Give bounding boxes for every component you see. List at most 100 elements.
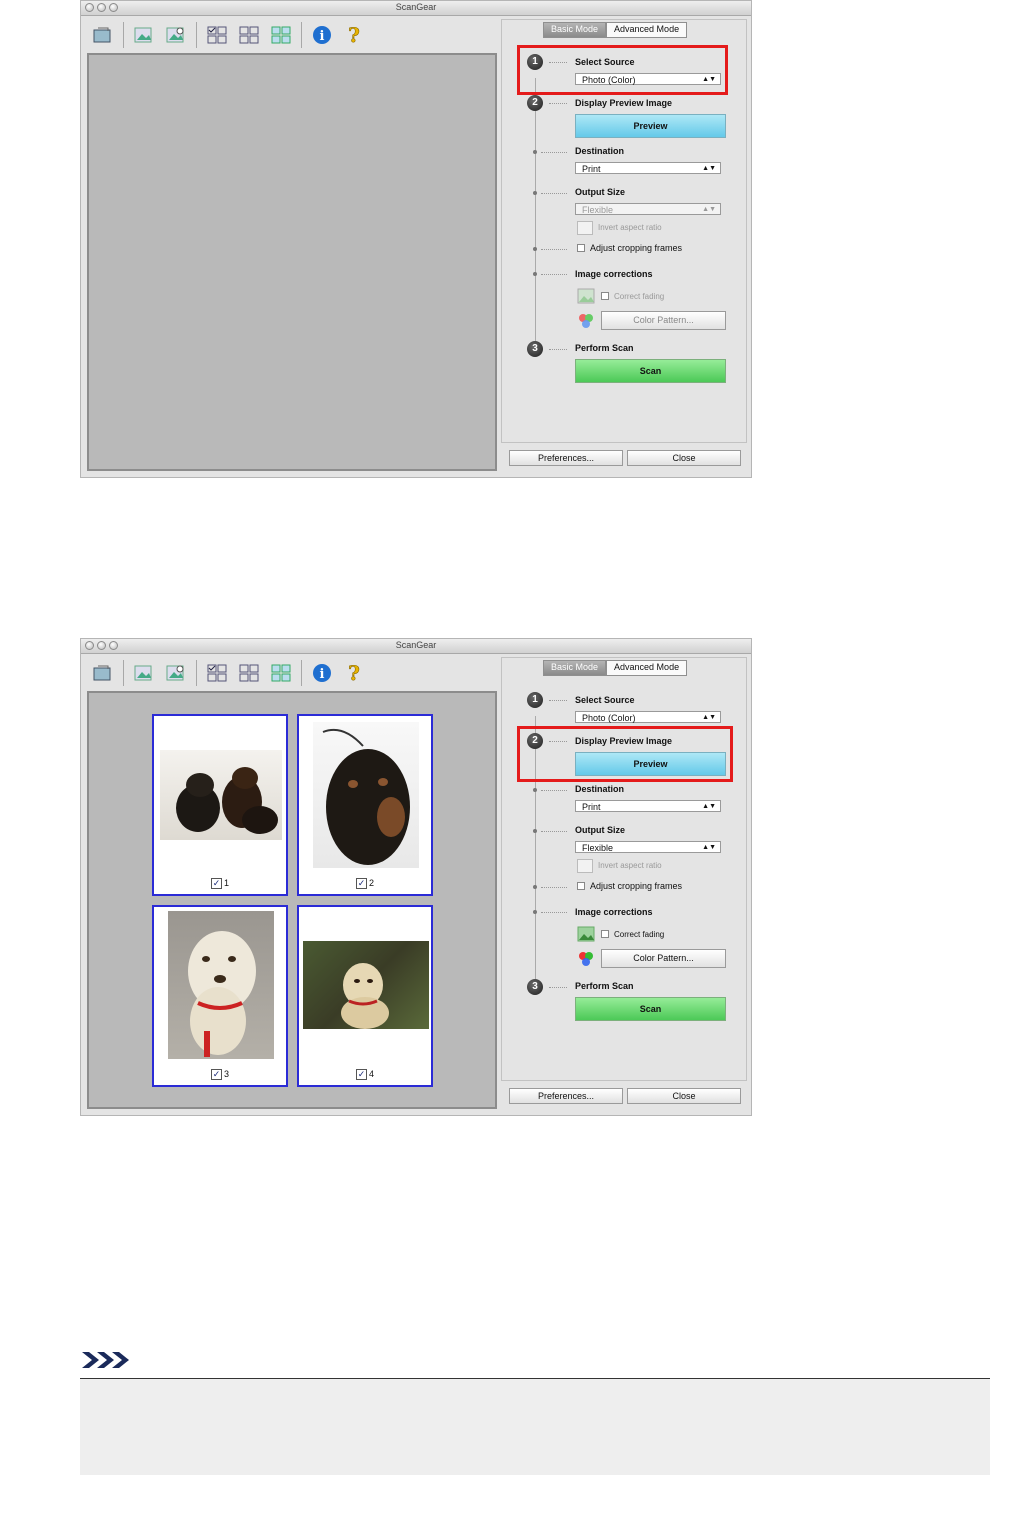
zoom-image-icon: [166, 27, 184, 43]
auto-crop-icon: [134, 27, 152, 43]
select-source-dropdown[interactable]: Photo (Color) ▲▼: [575, 711, 721, 723]
preferences-button[interactable]: Preferences...: [509, 1088, 623, 1104]
toolbar: i ?: [89, 19, 372, 51]
preview-area[interactable]: ✓ 1 ✓ 2 ✓ 3 ✓ 4: [87, 691, 497, 1109]
step-bullet: [533, 829, 537, 833]
invert-aspect-ratio-icon[interactable]: [577, 221, 593, 235]
dropdown-arrows-icon: ▲▼: [702, 206, 716, 213]
adjust-cropping-checkbox[interactable]: [577, 882, 585, 890]
toolbar-rotate-button[interactable]: [89, 21, 117, 49]
preferences-button[interactable]: Preferences...: [509, 450, 623, 466]
select-source-highlight: [517, 45, 728, 95]
toolbar-select-all-frames-button[interactable]: [203, 21, 231, 49]
color-pattern-button[interactable]: Color Pattern...: [601, 949, 726, 968]
step-leader: [541, 831, 567, 832]
close-button[interactable]: Close: [627, 450, 741, 466]
tab-advanced-mode[interactable]: Advanced Mode: [606, 660, 688, 676]
destination-label: Destination: [575, 146, 625, 156]
step-leader: [549, 987, 567, 988]
toolbar-clear-frames-button[interactable]: [235, 659, 263, 687]
basic-mode-panel: Basic Mode Advanced Mode 1 Select Source…: [501, 19, 747, 443]
svg-text:?: ?: [348, 24, 360, 46]
thumbnail-checkbox[interactable]: ✓: [210, 1069, 222, 1080]
toolbar-separator: [123, 660, 124, 686]
close-button[interactable]: Close: [627, 1088, 741, 1104]
thumbnail-number: 3: [223, 1068, 229, 1079]
select-all-frames-icon: [207, 26, 227, 44]
thumbnail-frame[interactable]: ✓ 2: [297, 714, 433, 896]
image-corrections-label: Image corrections: [575, 907, 653, 917]
preview-area[interactable]: [87, 53, 497, 471]
toolbar-thumbnail-button[interactable]: [267, 21, 295, 49]
thumbnail-number: 2: [368, 877, 374, 888]
rotate-image-icon: [93, 665, 111, 681]
step-leader: [541, 912, 567, 913]
info-icon: i: [313, 26, 331, 44]
step-3-icon: 3: [527, 341, 543, 357]
window-title: ScanGear: [395, 2, 437, 12]
toolbar-separator: [123, 22, 124, 48]
scanned-photo-two-dogs: [160, 750, 282, 840]
step-leader: [549, 700, 567, 701]
tab-advanced-mode[interactable]: Advanced Mode: [606, 22, 688, 38]
thumbnail-frame[interactable]: ✓ 1: [152, 714, 288, 896]
toolbar-auto-crop-button[interactable]: [130, 21, 158, 49]
toolbar-clear-frames-button[interactable]: [235, 21, 263, 49]
correct-fading-icon: [577, 926, 595, 942]
scangear-window-after-preview: ScanGear i ? ✓ 1 ✓ 2 ✓ 3 ✓ 4 Basic Mode …: [80, 638, 752, 1116]
select-all-frames-icon: [207, 664, 227, 682]
destination-dropdown[interactable]: Print ▲▼: [575, 800, 721, 812]
correct-fading-icon: [577, 288, 595, 304]
step-3-icon: 3: [527, 979, 543, 995]
toolbar-help-button[interactable]: ?: [340, 21, 368, 49]
select-source-value: Photo (Color): [582, 713, 636, 723]
thumbnail-checkbox[interactable]: ✓: [355, 878, 367, 889]
thumbnail-checkbox-row: ✓ 1: [154, 878, 286, 889]
thumbnail-checkbox[interactable]: ✓: [355, 1069, 367, 1080]
scanned-photo-dachshund: [313, 722, 419, 868]
color-pattern-button[interactable]: Color Pattern...: [601, 311, 726, 330]
info-icon: i: [313, 664, 331, 682]
color-pattern-icon: [579, 314, 593, 328]
scan-button[interactable]: Scan: [575, 997, 726, 1021]
thumbnail-frame[interactable]: ✓ 3: [152, 905, 288, 1087]
step-leader: [541, 274, 567, 275]
step-bullet: [533, 788, 537, 792]
toolbar-auto-crop-button[interactable]: [130, 659, 158, 687]
toolbar-help-button[interactable]: ?: [340, 659, 368, 687]
adjust-cropping-checkbox[interactable]: [577, 244, 585, 252]
output-size-dropdown[interactable]: Flexible ▲▼: [575, 203, 721, 215]
step-leader: [549, 103, 567, 104]
toolbar-info-button[interactable]: i: [308, 21, 336, 49]
clear-frames-icon: [239, 664, 259, 682]
scan-button[interactable]: Scan: [575, 359, 726, 383]
dropdown-arrows-icon: ▲▼: [702, 714, 716, 721]
toolbar-select-all-frames-button[interactable]: [203, 659, 231, 687]
step-leader: [541, 152, 567, 153]
note-header: [80, 1350, 130, 1375]
title-bar: ScanGear: [81, 639, 751, 654]
destination-dropdown[interactable]: Print ▲▼: [575, 162, 721, 174]
toolbar-zoom-button[interactable]: [162, 659, 190, 687]
help-icon: ?: [348, 662, 360, 684]
correct-fading-checkbox[interactable]: [601, 292, 609, 300]
invert-aspect-ratio-icon[interactable]: [577, 859, 593, 873]
step-leader: [549, 349, 567, 350]
svg-text:?: ?: [348, 662, 360, 684]
rotate-image-icon: [93, 27, 111, 43]
preview-button[interactable]: Preview: [575, 114, 726, 138]
invert-aspect-ratio-label: Invert aspect ratio: [598, 861, 662, 870]
output-size-dropdown[interactable]: Flexible ▲▼: [575, 841, 721, 853]
thumbnail-checkbox-row: ✓ 2: [299, 878, 431, 889]
toolbar-rotate-button[interactable]: [89, 659, 117, 687]
toolbar-info-button[interactable]: i: [308, 659, 336, 687]
tab-basic-mode[interactable]: Basic Mode: [543, 22, 607, 38]
tab-basic-mode[interactable]: Basic Mode: [543, 660, 607, 676]
toolbar-zoom-button[interactable]: [162, 21, 190, 49]
correct-fading-checkbox[interactable]: [601, 930, 609, 938]
invert-aspect-ratio-label: Invert aspect ratio: [598, 223, 662, 232]
toolbar-thumbnail-button[interactable]: [267, 659, 295, 687]
thumbnail-frame[interactable]: ✓ 4: [297, 905, 433, 1087]
thumbnail-checkbox[interactable]: ✓: [210, 878, 222, 889]
step-leader: [541, 887, 567, 888]
